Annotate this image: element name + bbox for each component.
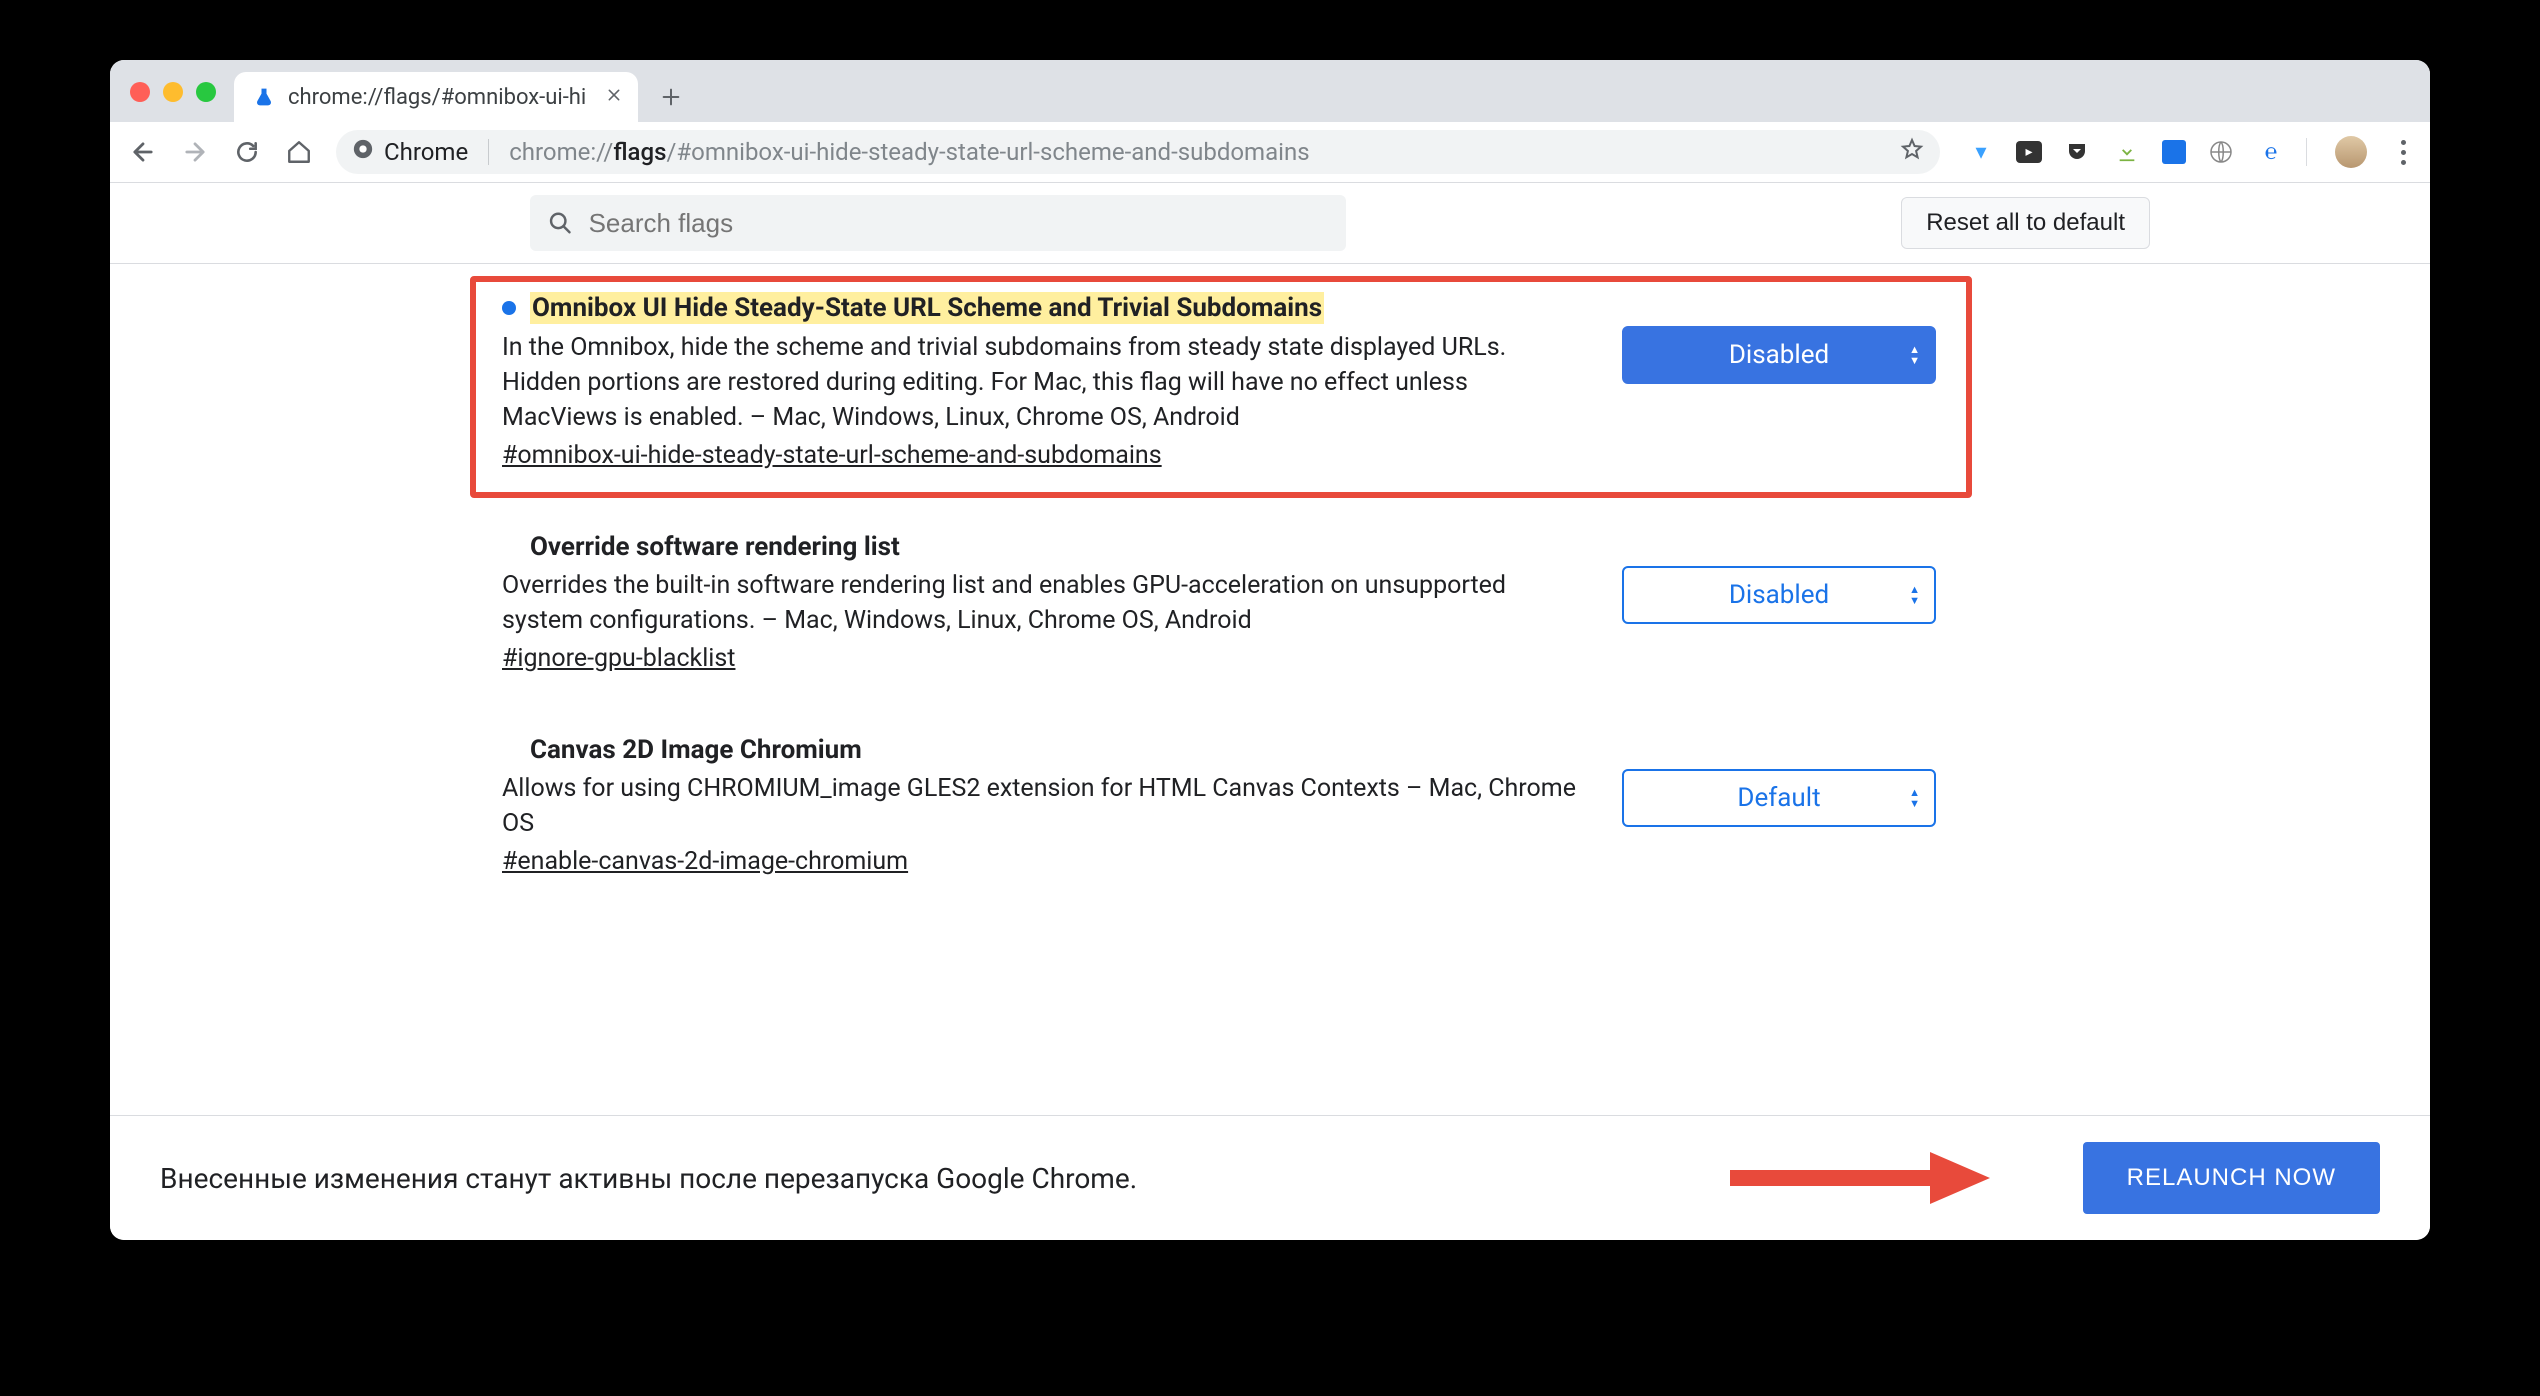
home-button[interactable] [284,137,314,167]
globe-icon[interactable] [2206,137,2236,167]
select-arrows-icon: ▲▼ [1909,787,1920,809]
flag-anchor-link[interactable]: #enable-canvas-2d-image-chromium [502,847,908,876]
flag-select-value: Disabled [1729,340,1829,370]
search-flags[interactable] [530,195,1346,251]
tab-close-button[interactable] [606,86,622,108]
tab-strip: chrome://flags/#omnibox-ui-hi [110,60,2430,122]
extension-icon[interactable]: ▾ [1966,137,1996,167]
extensions-area: ▾ ▸ ℮ [1966,136,2412,168]
flag-anchor-link[interactable]: #omnibox-ui-hide-steady-state-url-scheme… [502,441,1162,470]
select-arrows-icon: ▲▼ [1909,344,1920,366]
window-close-button[interactable] [130,82,150,102]
relaunch-button[interactable]: RELAUNCH NOW [2083,1142,2380,1214]
annotation-arrow [1730,1148,1990,1208]
flags-header: Reset all to default [110,183,2430,264]
flags-list: Omnibox UI Hide Steady-State URL Scheme … [110,264,2430,910]
extension-icon[interactable]: ▸ [2016,141,2042,163]
flag-description: Allows for using CHROMIUM_image GLES2 ex… [502,771,1582,841]
flag-title: Canvas 2D Image Chromium [530,735,862,765]
flag-description: In the Omnibox, hide the scheme and triv… [502,330,1582,435]
extension-icon[interactable]: ℮ [2256,137,2286,167]
address-bar[interactable]: Chrome chrome://flags/#omnibox-ui-hide-s… [336,130,1940,174]
chrome-icon [352,138,374,166]
flag-item: Omnibox UI Hide Steady-State URL Scheme … [502,264,1972,504]
search-flags-input[interactable] [587,207,1328,240]
extension-divider [2306,138,2307,166]
download-icon[interactable] [2112,137,2142,167]
flag-item: Canvas 2D Image Chromium Allows for usin… [502,707,1972,910]
extension-icon[interactable] [2162,140,2186,164]
forward-button[interactable] [180,137,210,167]
window-maximize-button[interactable] [196,82,216,102]
browser-tab[interactable]: chrome://flags/#omnibox-ui-hi [234,72,638,122]
flag-title: Omnibox UI Hide Steady-State URL Scheme … [530,292,1324,324]
url-text: chrome://flags/#omnibox-ui-hide-steady-s… [509,138,1309,166]
reset-all-button[interactable]: Reset all to default [1901,197,2150,249]
omnibox-divider [488,139,489,165]
toolbar: Chrome chrome://flags/#omnibox-ui-hide-s… [110,122,2430,183]
search-icon [548,210,573,236]
browser-window: chrome://flags/#omnibox-ui-hi [110,60,2430,1240]
flag-select[interactable]: Default ▲▼ [1622,769,1936,827]
flag-select-value: Default [1737,783,1820,813]
relaunch-footer: Внесенные изменения станут активны после… [110,1115,2430,1240]
flag-description: Overrides the built-in software renderin… [502,568,1582,638]
reload-button[interactable] [232,137,262,167]
flag-select[interactable]: Disabled ▲▼ [1622,566,1936,624]
tab-title: chrome://flags/#omnibox-ui-hi [288,85,594,110]
window-minimize-button[interactable] [163,82,183,102]
security-label: Chrome [384,138,468,166]
bookmark-star-icon[interactable] [1900,137,1924,167]
select-arrows-icon: ▲▼ [1909,584,1920,606]
back-button[interactable] [128,137,158,167]
flag-anchor-link[interactable]: #ignore-gpu-blacklist [502,644,735,673]
footer-message: Внесенные изменения станут активны после… [160,1162,1137,1195]
flask-icon [252,85,276,109]
window-controls [130,82,216,102]
menu-button[interactable] [2401,140,2406,165]
modified-dot-icon [502,301,516,315]
flag-select[interactable]: Disabled ▲▼ [1622,326,1936,384]
pocket-icon[interactable] [2062,137,2092,167]
flag-title: Override software rendering list [530,532,900,562]
flag-select-value: Disabled [1729,580,1829,610]
new-tab-button[interactable] [648,74,694,120]
flag-item: Override software rendering list Overrid… [502,504,1972,707]
profile-avatar[interactable] [2335,136,2367,168]
